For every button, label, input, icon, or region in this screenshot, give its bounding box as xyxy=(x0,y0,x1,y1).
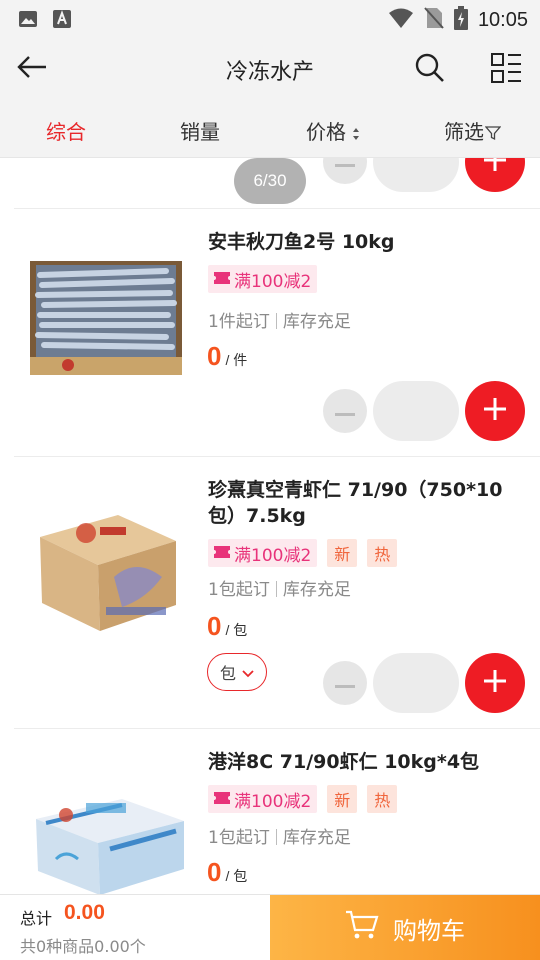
tab-price[interactable]: 价格 xyxy=(306,116,360,146)
minus-icon xyxy=(335,158,355,172)
cart-button[interactable]: 购物车 xyxy=(270,895,540,960)
ticket-icon xyxy=(214,269,230,289)
new-badge: 新 xyxy=(327,539,358,567)
tab-price-label: 价格 xyxy=(306,120,346,144)
product-image xyxy=(26,769,186,894)
page-title: 冷冻水产 xyxy=(225,60,314,85)
price: 0/ 包 xyxy=(207,857,247,888)
page-indicator: 6/30 xyxy=(234,158,306,204)
shopping-cart-icon xyxy=(345,910,379,946)
quantity-input[interactable] xyxy=(373,381,459,441)
image-icon xyxy=(18,9,38,33)
quantity-input[interactable] xyxy=(373,653,459,713)
chevron-down-icon xyxy=(242,663,254,682)
product-card[interactable]: 港洋8C 71/90虾仁 10kg*4包 满100减2 新 热 1包起订 库存充足… xyxy=(14,728,540,894)
layout-toggle-button[interactable] xyxy=(486,50,526,90)
product-card[interactable]: 珍熹真空青虾仁 71/90（750*10包）7.5kg 满100减2 新 热 1… xyxy=(14,456,540,728)
product-name: 安丰秋刀鱼2号 10kg xyxy=(208,231,395,253)
coupon-text: 满100减2 xyxy=(234,791,312,812)
min-order: 1件起订 xyxy=(208,312,270,332)
increase-qty-button[interactable] xyxy=(465,158,525,192)
sort-bar: 综合 销量 价格 筛选 xyxy=(0,100,540,158)
plus-icon xyxy=(483,669,507,697)
price: 0/ 包 xyxy=(207,611,247,642)
price: 0/ 件 xyxy=(207,341,247,372)
search-icon xyxy=(414,52,446,88)
decrease-qty-button[interactable] xyxy=(323,661,367,705)
coupon-text: 满100减2 xyxy=(234,271,312,292)
tab-sales[interactable]: 销量 xyxy=(180,116,220,145)
plus-icon xyxy=(483,397,507,425)
total-amount: 0.00 xyxy=(64,901,105,924)
total-label: 总计 xyxy=(20,909,53,928)
status-time: 10:05 xyxy=(477,8,528,31)
filter-funnel-icon xyxy=(484,122,502,146)
product-list[interactable]: 6/30 安丰秋刀鱼2号 10kg 满100减2 1件起订 库存充足 0 / 件… xyxy=(0,158,540,894)
hot-badge: 热 xyxy=(367,785,398,813)
wifi-icon xyxy=(388,7,414,33)
hot-badge: 热 xyxy=(367,539,398,567)
search-button[interactable] xyxy=(410,50,450,90)
product-card[interactable]: 安丰秋刀鱼2号 10kg 满100减2 1件起订 库存充足 0/ 件 xyxy=(14,208,540,456)
product-name: 港洋8C 71/90虾仁 10kg*4包 xyxy=(208,751,480,773)
product-meta: 1件起订 库存充足 xyxy=(208,307,351,332)
cart-summary-bar: 总计 0.00 共0种商品0.00个 购物车 xyxy=(0,894,540,960)
decrease-qty-button[interactable] xyxy=(323,158,367,184)
coupon-badge: 满100减2 xyxy=(208,785,318,813)
minus-icon xyxy=(335,402,355,421)
screen: 10:05 冷冻水产 综合 销量 价格 筛选 6/30 安丰秋刀鱼2号 10kg… xyxy=(0,0,540,960)
divider xyxy=(275,581,277,597)
promo-tags: 满100减2 新 热 xyxy=(208,785,398,813)
stock-status: 库存充足 xyxy=(282,312,351,332)
min-order: 1包起订 xyxy=(208,580,270,600)
ticket-icon xyxy=(214,789,230,809)
price-value: 0 xyxy=(207,341,222,371)
no-sim-icon xyxy=(424,6,444,34)
stock-status: 库存充足 xyxy=(282,580,351,600)
increase-qty-button[interactable] xyxy=(465,653,525,713)
quantity-input[interactable] xyxy=(373,158,459,192)
new-badge: 新 xyxy=(327,785,358,813)
coupon-badge: 满100减2 xyxy=(208,539,318,567)
grid-list-icon xyxy=(490,52,522,88)
sort-arrows-icon xyxy=(352,122,360,146)
coupon-badge: 满100减2 xyxy=(208,265,318,293)
cart-item-summary: 共0种商品0.00个 xyxy=(20,937,146,956)
product-meta: 1包起订 库存充足 xyxy=(208,575,351,600)
minus-icon xyxy=(335,674,355,693)
battery-icon xyxy=(453,6,468,34)
min-order: 1包起订 xyxy=(208,828,270,848)
plus-icon xyxy=(483,158,507,176)
product-meta: 1包起订 库存充足 xyxy=(208,823,351,848)
tab-filter[interactable]: 筛选 xyxy=(444,116,502,146)
product-image xyxy=(26,507,186,637)
price-unit: / 件 xyxy=(225,352,248,368)
status-bar: 10:05 xyxy=(0,0,540,38)
cart-button-label: 购物车 xyxy=(393,916,465,945)
unit-dropdown-value: 包 xyxy=(219,664,236,683)
price-unit: / 包 xyxy=(225,622,248,638)
divider xyxy=(275,829,277,845)
tab-comprehensive[interactable]: 综合 xyxy=(46,116,86,145)
decrease-qty-button[interactable] xyxy=(323,389,367,433)
coupon-text: 满100减2 xyxy=(234,545,312,566)
price-value: 0 xyxy=(207,611,222,641)
product-name: 珍熹真空青虾仁 71/90（750*10包）7.5kg xyxy=(208,479,503,527)
unit-dropdown[interactable]: 包 xyxy=(207,653,267,691)
increase-qty-button[interactable] xyxy=(465,381,525,441)
promo-tags: 满100减2 新 热 xyxy=(208,539,398,567)
price-value: 0 xyxy=(207,857,222,887)
divider xyxy=(275,313,277,329)
product-image xyxy=(26,253,186,383)
promo-tags: 满100减2 xyxy=(208,265,318,293)
price-unit: / 包 xyxy=(225,868,248,884)
font-a-icon xyxy=(52,9,72,33)
stock-status: 库存充足 xyxy=(282,828,351,848)
ticket-icon xyxy=(214,543,230,563)
tab-filter-label: 筛选 xyxy=(444,120,484,144)
header: 冷冻水产 xyxy=(0,38,540,100)
